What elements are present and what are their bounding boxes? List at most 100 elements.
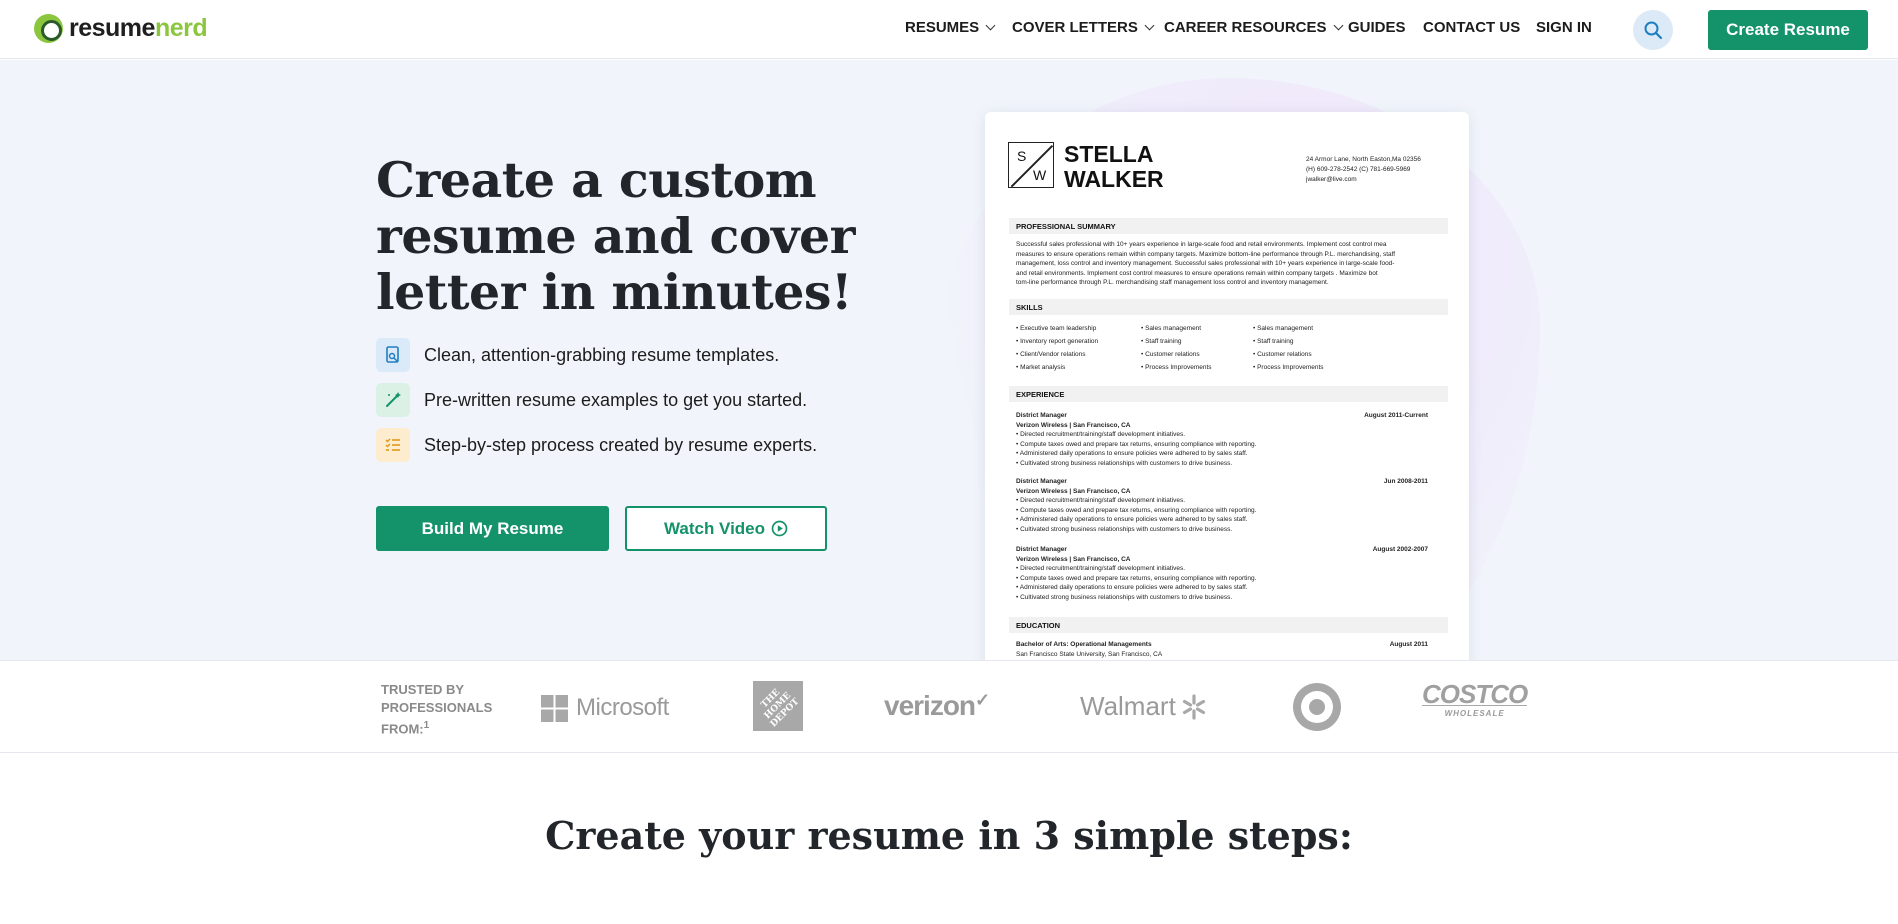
- costco-text: COSTCO: [1422, 679, 1528, 709]
- hero-headline: Create a custom resume and cover letter …: [376, 151, 855, 321]
- job-bullet: Compute taxes owed and prepare tax retur…: [1016, 574, 1428, 584]
- nav-cover-letters[interactable]: COVER LETTERS: [1012, 19, 1155, 36]
- site-header: resume nerd RESUMES COVER LETTERS CAREER…: [0, 0, 1898, 59]
- verizon-text: verizon: [884, 690, 976, 721]
- watch-video-button[interactable]: Watch Video: [625, 506, 827, 551]
- template-icon: [376, 338, 410, 372]
- job-bullet: Compute taxes owed and prepare tax retur…: [1016, 440, 1428, 450]
- skill-item: Sales management: [1141, 322, 1212, 335]
- skill-item: Client/Vendor relations: [1016, 348, 1098, 361]
- job-bullet: Cultivated strong business relationships…: [1016, 459, 1428, 469]
- section-skills-title: SKILLS: [1009, 299, 1448, 315]
- target-logo: [1291, 681, 1343, 738]
- feature-text: Clean, attention-grabbing resume templat…: [424, 344, 780, 365]
- feature-text: Step-by-step process created by resume e…: [424, 434, 818, 455]
- section-education-title: EDUCATION: [1009, 617, 1448, 633]
- education-header: Bachelor of Arts: Operational Management…: [1016, 640, 1428, 650]
- monogram-w: W: [1033, 167, 1047, 183]
- logo-text-resume: resume: [69, 14, 155, 42]
- nav-cover-letters-label: COVER LETTERS: [1012, 19, 1138, 36]
- walmart-logo: Walmart: [1080, 691, 1208, 722]
- skills-col-3: Sales management Staff training Customer…: [1253, 322, 1324, 374]
- nav-sign-in[interactable]: SIGN IN: [1536, 19, 1592, 36]
- microsoft-logo: Microsoft: [541, 694, 669, 722]
- checklist-icon: [376, 428, 410, 462]
- summary-line: management, loss control and inventory m…: [1016, 260, 1395, 267]
- nav-sign-in-label: SIGN IN: [1536, 19, 1592, 36]
- job-company: Verizon Wireless | San Francisco, CA: [1016, 421, 1131, 429]
- monogram-s: S: [1017, 148, 1027, 164]
- job-bullet: Administered daily operations to ensure …: [1016, 449, 1428, 459]
- job-title: District Manager: [1016, 412, 1067, 419]
- microsoft-icon: [541, 694, 568, 722]
- job-header: District Manager August 2011-Current: [1016, 411, 1428, 421]
- nav-career-resources[interactable]: CAREER RESOURCES: [1164, 19, 1343, 36]
- nerd-logo-icon: [34, 14, 63, 43]
- job-dates: Jun 2008-2011: [1383, 478, 1428, 485]
- resume-preview: S W STELLA WALKER 24 Armor Lane, North E…: [985, 112, 1469, 660]
- job-bullet: Cultivated strong business relationships…: [1016, 525, 1428, 535]
- skill-item: Process Improvements: [1253, 361, 1323, 374]
- summary-text: Successful sales professional with 10+ y…: [1016, 240, 1436, 288]
- trusted-by-footnote: 1: [423, 720, 430, 731]
- nav-resumes-label: RESUMES: [905, 19, 980, 36]
- job-bullet: Directed recruitment/training/staff deve…: [1016, 564, 1428, 574]
- resume-name: STELLA WALKER: [1064, 142, 1164, 192]
- job-title: District Manager: [1016, 546, 1067, 553]
- search-button[interactable]: [1633, 10, 1673, 50]
- target-icon: [1293, 683, 1341, 731]
- job-dates: August 2011-Current: [1364, 412, 1428, 419]
- skill-item: Inventory report generation: [1016, 335, 1098, 348]
- summary-line: Successful sales professional with 10+ y…: [1016, 241, 1387, 248]
- feature-item: Step-by-step process created by resume e…: [376, 428, 817, 462]
- education-degree: Bachelor of Arts: Operational Management…: [1016, 641, 1152, 648]
- summary-line: and retail environments. Implement cost …: [1016, 269, 1378, 277]
- resume-contact: 24 Armor Lane, North Easton,Ma 02356 (H)…: [1306, 155, 1421, 185]
- nav-contact-us[interactable]: CONTACT US: [1423, 19, 1520, 36]
- skills-col-2: Sales management Staff training Customer…: [1141, 322, 1212, 374]
- nav-guides-label: GUIDES: [1348, 19, 1406, 36]
- job-header: District Manager August 2002-2007: [1016, 545, 1428, 555]
- resume-email: jwalker@live.com: [1306, 176, 1357, 183]
- feature-text: Pre-written resume examples to get you s…: [424, 389, 808, 410]
- skill-item: Sales management: [1253, 322, 1324, 335]
- job-title: District Manager: [1016, 478, 1067, 485]
- create-resume-button[interactable]: Create Resume: [1708, 10, 1868, 50]
- logo[interactable]: resume nerd: [34, 14, 208, 43]
- job-company: Verizon Wireless | San Francisco, CA: [1016, 487, 1131, 495]
- watch-video-label: Watch Video: [663, 518, 766, 538]
- summary-line: measures to ensure operations remain wit…: [1016, 250, 1396, 258]
- job-bullet: Directed recruitment/training/staff deve…: [1016, 496, 1428, 506]
- trusted-by-text: TRUSTED BY PROFESSIONALS FROM:: [381, 682, 493, 737]
- nav-guides[interactable]: GUIDES: [1348, 19, 1406, 36]
- job-company: Verizon Wireless | San Francisco, CA: [1016, 555, 1131, 563]
- skill-item: Process Improvements: [1141, 361, 1211, 374]
- skill-item: Customer relations: [1141, 348, 1212, 361]
- job-bullet: Compute taxes owed and prepare tax retur…: [1016, 506, 1428, 516]
- walmart-spark-icon: [1182, 693, 1205, 720]
- nav-career-resources-label: CAREER RESOURCES: [1164, 19, 1327, 36]
- microsoft-text: Microsoft: [576, 694, 669, 721]
- logo-text-nerd: nerd: [154, 14, 208, 42]
- skill-item: Staff training: [1141, 335, 1212, 348]
- feature-item: Pre-written resume examples to get you s…: [376, 383, 807, 417]
- skill-item: Staff training: [1253, 335, 1324, 348]
- section-summary-title: PROFESSIONAL SUMMARY: [1009, 218, 1448, 234]
- trusted-by-label: TRUSTED BY PROFESSIONALS FROM:1: [381, 681, 511, 738]
- job-bullet: Directed recruitment/training/staff deve…: [1016, 430, 1428, 440]
- job-bullet: Cultivated strong business relationships…: [1016, 593, 1428, 603]
- education-date: August 2011: [1389, 641, 1428, 648]
- job-entry: District Manager August 2002-2007 Verizon…: [1016, 545, 1428, 602]
- skills-col-1: Executive team leadership Inventory repo…: [1016, 322, 1098, 374]
- walmart-text: Walmart: [1080, 691, 1176, 721]
- trusted-by-bar: TRUSTED BY PROFESSIONALS FROM:1 Microsof…: [0, 660, 1898, 753]
- build-my-resume-button[interactable]: Build My Resume: [376, 506, 609, 551]
- chevron-down-icon: [1333, 20, 1343, 31]
- steps-heading: Create your resume in 3 simple steps:: [545, 813, 1353, 858]
- chevron-down-icon: [1144, 20, 1155, 31]
- skill-item: Customer relations: [1253, 348, 1324, 361]
- job-entry: District Manager August 2011-Current Veri…: [1016, 411, 1428, 468]
- resume-phone: (H) 609-278-2542 (C) 781-669-5969: [1306, 166, 1411, 173]
- education-school: San Francisco State University, San Fran…: [1016, 650, 1163, 658]
- nav-resumes[interactable]: RESUMES: [905, 19, 996, 36]
